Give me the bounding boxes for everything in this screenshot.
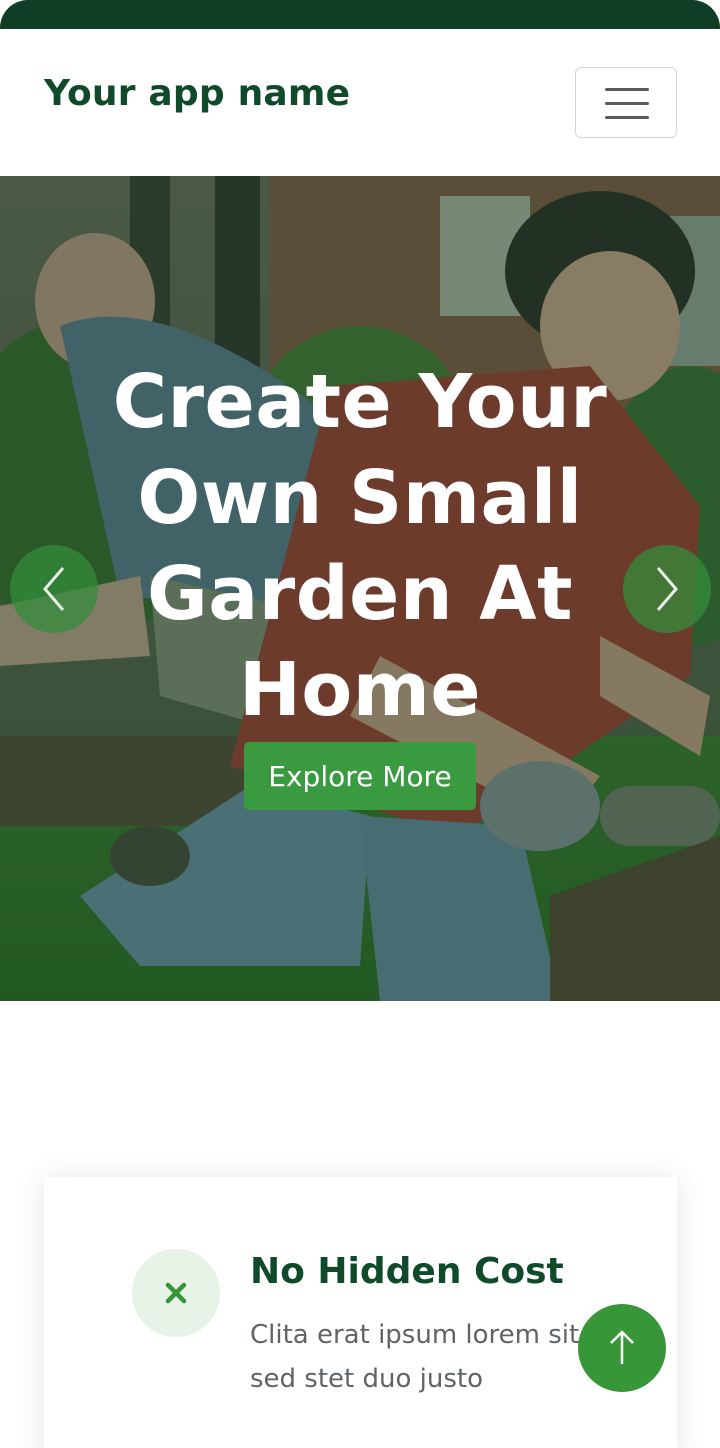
feature-card: No Hidden Cost Clita erat ipsum lorem si… xyxy=(44,1177,677,1448)
brand-name[interactable]: Your app name xyxy=(44,73,350,114)
arrow-up-icon xyxy=(610,1330,634,1364)
menu-toggle-button[interactable] xyxy=(575,67,677,138)
close-icon xyxy=(165,1282,187,1304)
navbar: Your app name xyxy=(0,29,720,176)
back-to-top-button[interactable] xyxy=(578,1304,666,1392)
status-bar xyxy=(0,0,720,29)
hero-title: Create Your Own Small Garden At Home xyxy=(112,359,608,733)
feature-title: No Hidden Cost xyxy=(250,1251,564,1292)
explore-more-button[interactable]: Explore More xyxy=(244,742,476,810)
feature-icon-circle xyxy=(132,1249,220,1337)
feature-description: Clita erat ipsum lorem sit sed stet duo … xyxy=(250,1320,580,1394)
hero-carousel: Create Your Own Small Garden At Home Exp… xyxy=(0,176,720,1001)
